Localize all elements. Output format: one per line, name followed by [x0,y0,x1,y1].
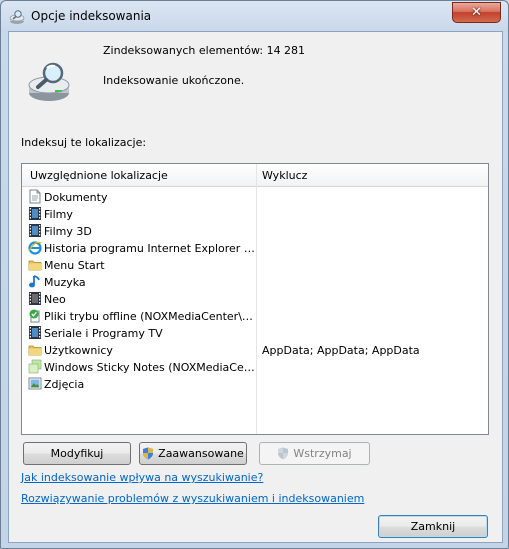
indexed-items-count: Zindeksowanych elementów: 14 281 [103,44,306,57]
location-name: Dokumenty [44,191,108,204]
list-item[interactable]: Filmy 3D [28,223,484,240]
film-icon [29,326,41,339]
indexing-status: Indeksowanie ukończone. [103,74,245,87]
advanced-button-label: Zaawansowane [158,447,244,460]
location-name: Filmy [44,208,73,221]
indexing-drive-icon [28,62,70,101]
modify-button-label: Modyfikuj [50,447,104,460]
column-header-included[interactable]: Uwzględnione lokalizacje [30,169,168,182]
offline-files-icon [29,309,40,323]
troubleshoot-search-link[interactable]: Rozwiązywanie problemów z wyszukiwaniem … [21,492,364,505]
list-item[interactable]: Historia programu Internet Explorer (NOX… [28,240,484,257]
location-name: Pliki trybu offline (NOXMediaCenter\NOX.… [44,310,256,323]
how-indexing-affects-search-link[interactable]: Jak indeksowanie wpływa na wyszukiwanie? [21,471,263,484]
dialog-body: Zindeksowanych elementów: 14 281 Indekso… [8,31,503,543]
list-item[interactable]: Muzyka [28,274,484,291]
film-icon [29,207,41,220]
pause-button-label: Wstrzymaj [293,447,352,460]
film-icon [29,292,41,305]
location-name: Windows Sticky Notes (NOXMediaCenter... [44,361,256,374]
window-title: Opcje indeksowania [31,9,152,23]
folder-icon [28,345,42,356]
sticky-notes-icon [28,359,42,374]
list-item[interactable]: Windows Sticky Notes (NOXMediaCenter... [28,359,484,376]
location-name: Zdjęcia [44,378,85,391]
modify-button[interactable]: Modyfikuj [23,442,131,465]
list-item[interactable]: Menu Start [28,257,484,274]
indexing-options-window: Opcje indeksowania ✕ Zindeksowanych elem… [0,0,509,549]
list-header: Uwzględnione lokalizacje Wyklucz [22,164,488,187]
indexing-options-icon [9,10,25,24]
location-name: Historia programu Internet Explorer (NOX… [44,242,256,255]
list-item[interactable]: Zdjęcia [28,376,484,393]
location-name: Seriale i Programy TV [44,327,163,340]
list-item[interactable]: Neo [28,291,484,308]
locations-list[interactable]: Uwzględnione lokalizacje Wyklucz Dokumen… [21,163,489,435]
document-icon [29,189,41,204]
list-item[interactable]: Filmy [28,206,484,223]
music-note-icon [29,275,40,288]
list-item[interactable]: Pliki trybu offline (NOXMediaCenter\NOX.… [28,308,484,325]
close-window-button[interactable]: ✕ [452,2,501,23]
close-button[interactable]: Zamknij [378,515,488,538]
list-item[interactable]: Seriale i Programy TV [28,325,484,342]
list-item[interactable]: Użytkownicy AppData; AppData; AppData [28,342,484,359]
list-item[interactable]: Dokumenty [28,189,484,206]
folder-icon [28,260,42,271]
locations-label: Indeksuj te lokalizacje: [21,136,147,149]
location-exclude: AppData; AppData; AppData [262,344,420,357]
close-icon: ✕ [471,5,482,20]
uac-shield-icon [143,447,154,460]
internet-explorer-icon [28,241,42,255]
title-bar[interactable]: Opcje indeksowania ✕ [1,1,508,31]
uac-shield-icon [278,447,289,460]
picture-icon [28,377,42,390]
column-header-exclude[interactable]: Wyklucz [262,169,307,182]
location-name: Użytkownicy [44,344,113,357]
location-name: Menu Start [44,259,105,272]
location-name: Muzyka [44,276,86,289]
pause-button[interactable]: Wstrzymaj [259,442,370,465]
location-name: Neo [44,293,66,306]
advanced-button[interactable]: Zaawansowane [139,442,247,465]
film-icon [29,224,41,237]
location-name: Filmy 3D [44,225,92,238]
close-button-label: Zamknij [410,520,456,533]
